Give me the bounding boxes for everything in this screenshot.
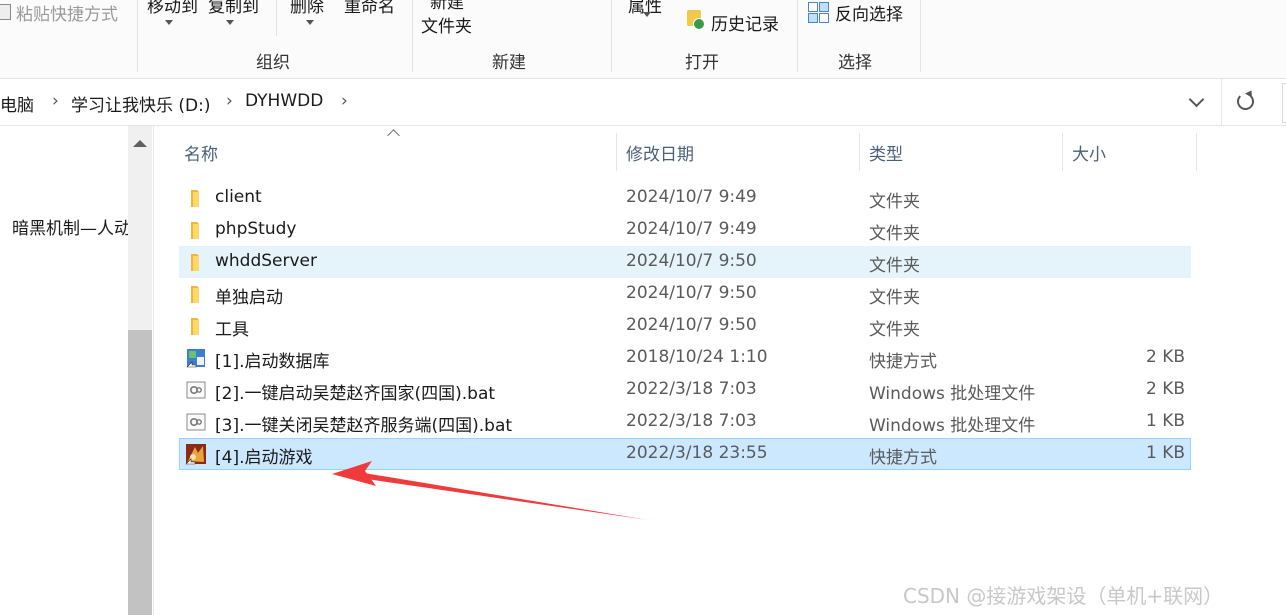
watermark: CSDN @接游戏架设（单机+联网） [903,584,1224,608]
annotation-arrow [332,461,648,520]
arrow-shaft [358,472,648,520]
arrow-head [332,461,376,486]
